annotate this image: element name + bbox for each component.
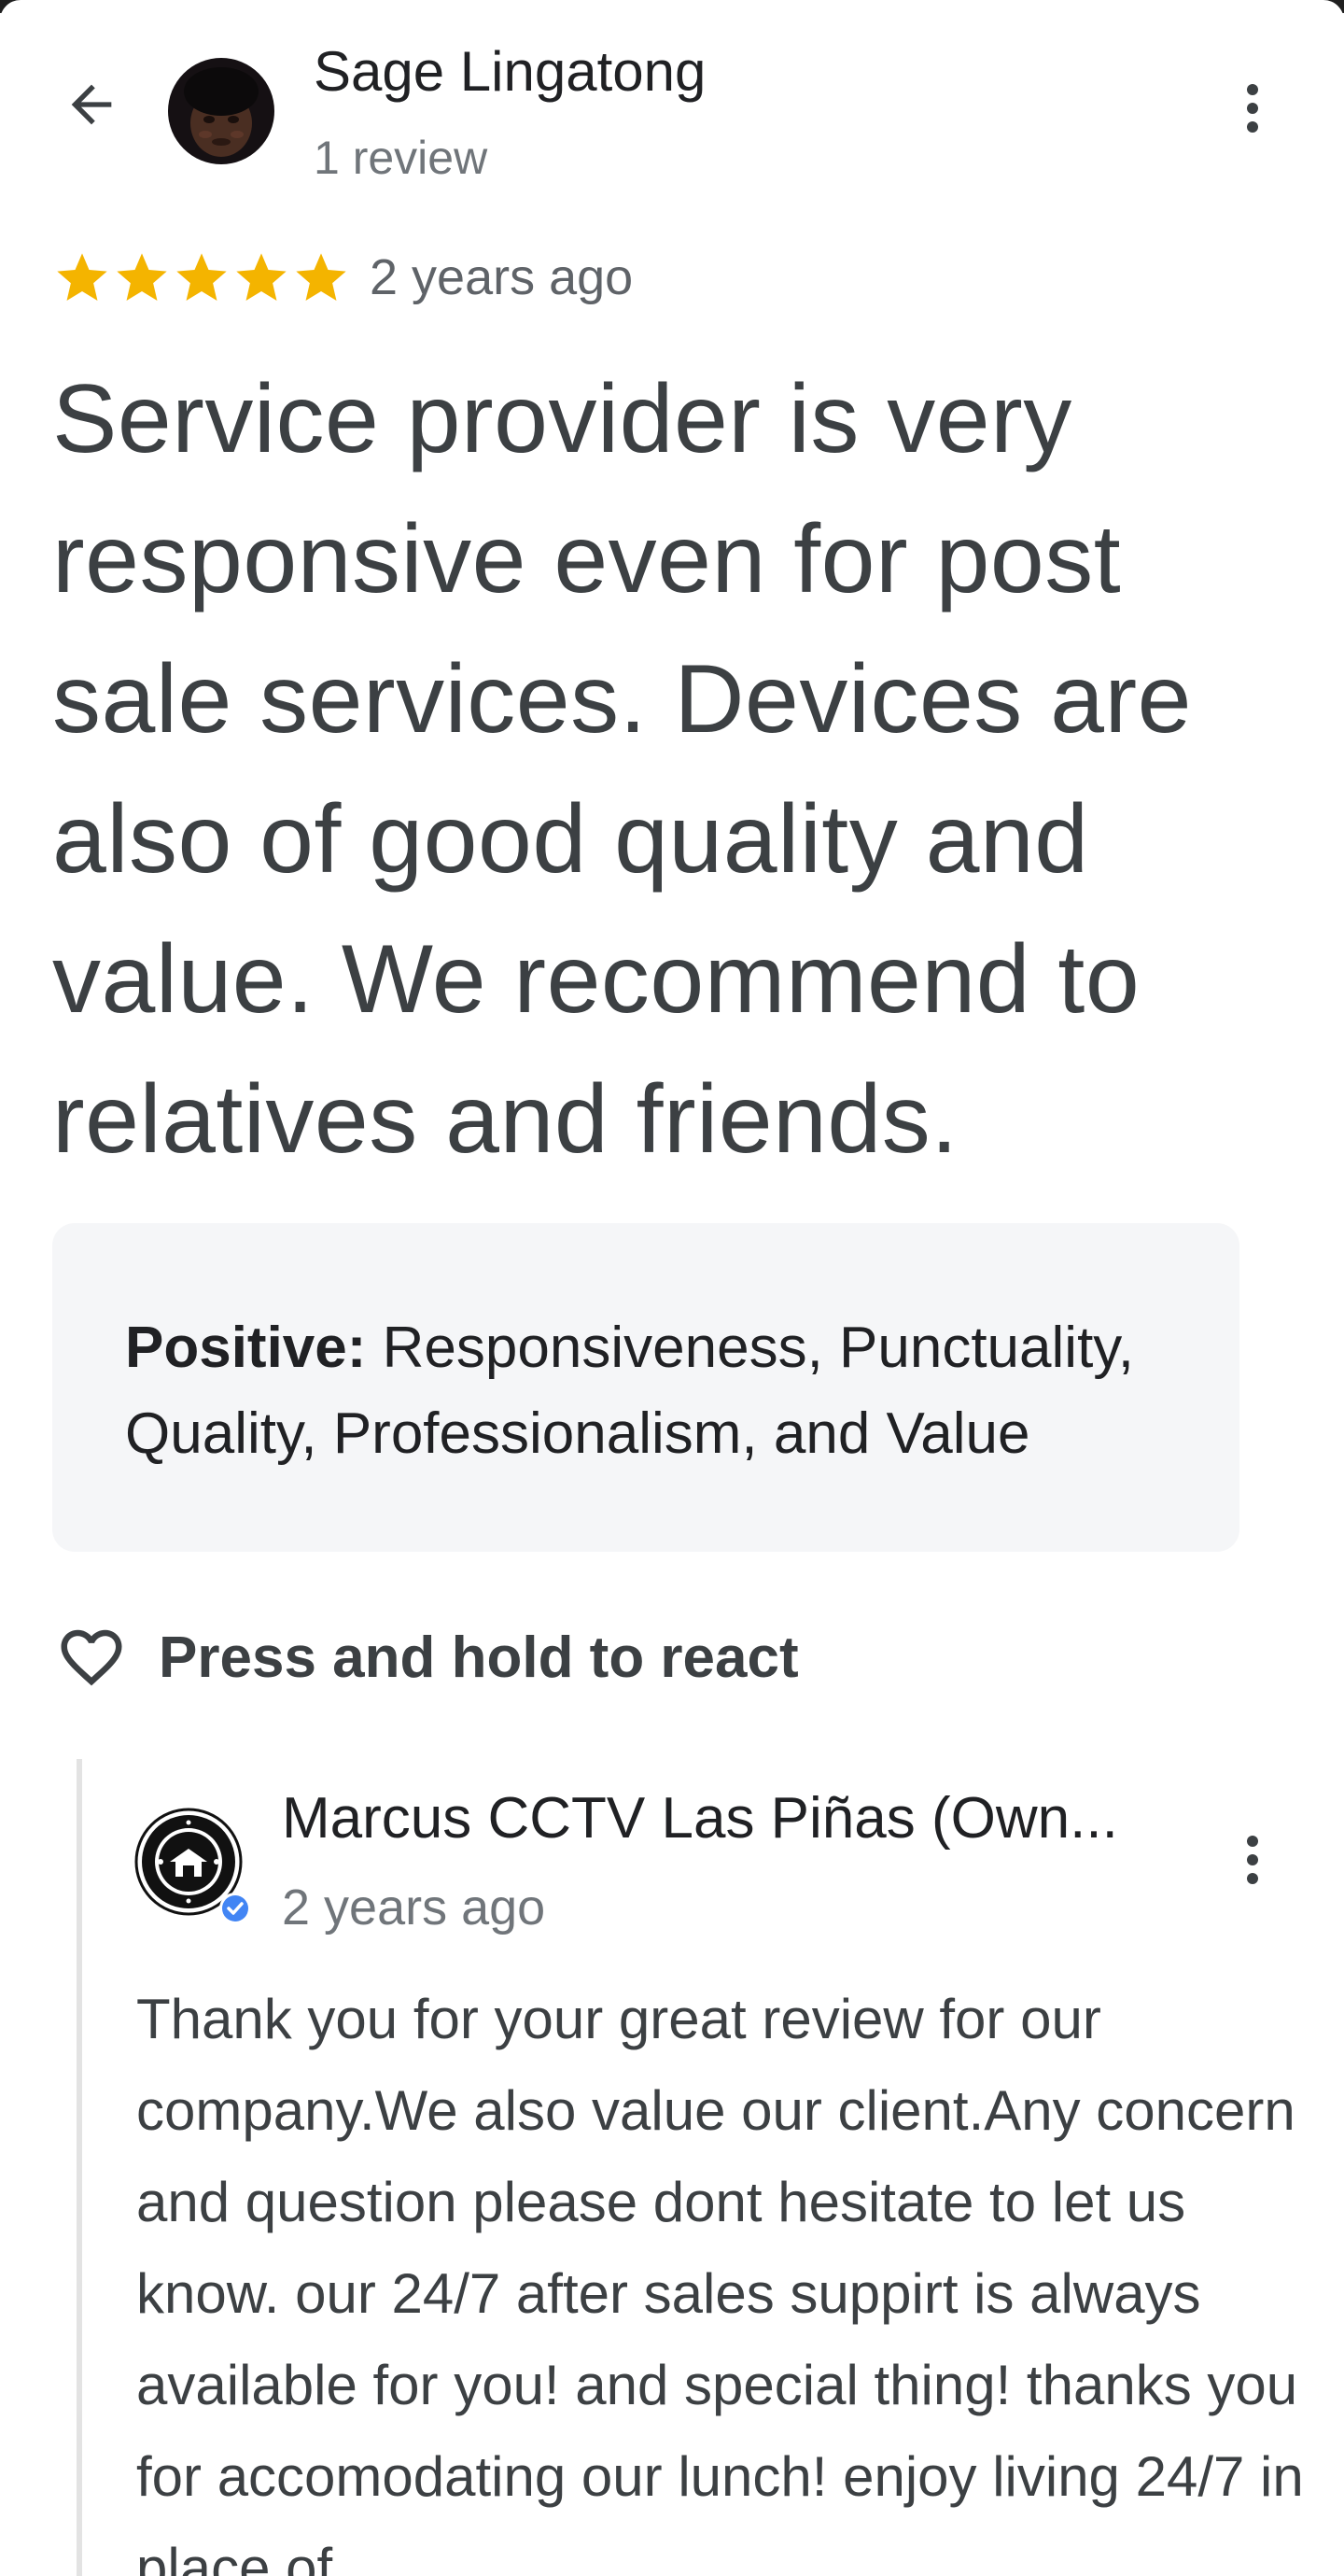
owner-name[interactable]: Marcus CCTV Las Piñas (Own... (282, 1785, 1178, 1851)
attributes-label: Positive: (125, 1316, 367, 1380)
review-attributes: Positive: Responsiveness, Punctuality, Q… (52, 1223, 1239, 1552)
more-vertical-icon (1247, 84, 1258, 133)
star-icon (57, 253, 107, 301)
star-icon (117, 253, 167, 301)
heart-outline-icon (52, 1618, 131, 1696)
reviewer-name[interactable]: Sage Lingatong (314, 39, 706, 104)
star-rating (52, 248, 351, 310)
review-detail-sheet: Sage Lingatong 1 review 2 years ago Serv… (0, 0, 1344, 2576)
arrow-back-icon (71, 84, 112, 125)
reviewer-review-count: 1 review (314, 132, 488, 184)
react-button[interactable]: Press and hold to react (52, 1615, 799, 1699)
star-icon (236, 253, 287, 301)
star-icon (296, 253, 346, 301)
review-text: Service provider is very responsive even… (52, 365, 1192, 1174)
react-label: Press and hold to react (159, 1625, 799, 1690)
owner-reply-more-button[interactable] (1228, 1826, 1277, 1893)
owner-avatar[interactable] (134, 1808, 251, 1924)
reviewer-avatar-image (168, 58, 274, 164)
reply-divider (77, 1759, 82, 2576)
review-time: 2 years ago (370, 249, 634, 305)
owner-reply-text: Thank you for your great review for our … (136, 1988, 1304, 2576)
reviewer-avatar[interactable] (168, 58, 274, 164)
more-options-button[interactable] (1228, 75, 1277, 142)
owner-reply-time: 2 years ago (282, 1879, 546, 1936)
owner-logo (134, 1808, 251, 1924)
star-icon (176, 253, 227, 301)
more-vertical-icon (1247, 1836, 1258, 1884)
back-button[interactable] (52, 71, 131, 138)
verified-badge-icon (222, 1895, 248, 1921)
